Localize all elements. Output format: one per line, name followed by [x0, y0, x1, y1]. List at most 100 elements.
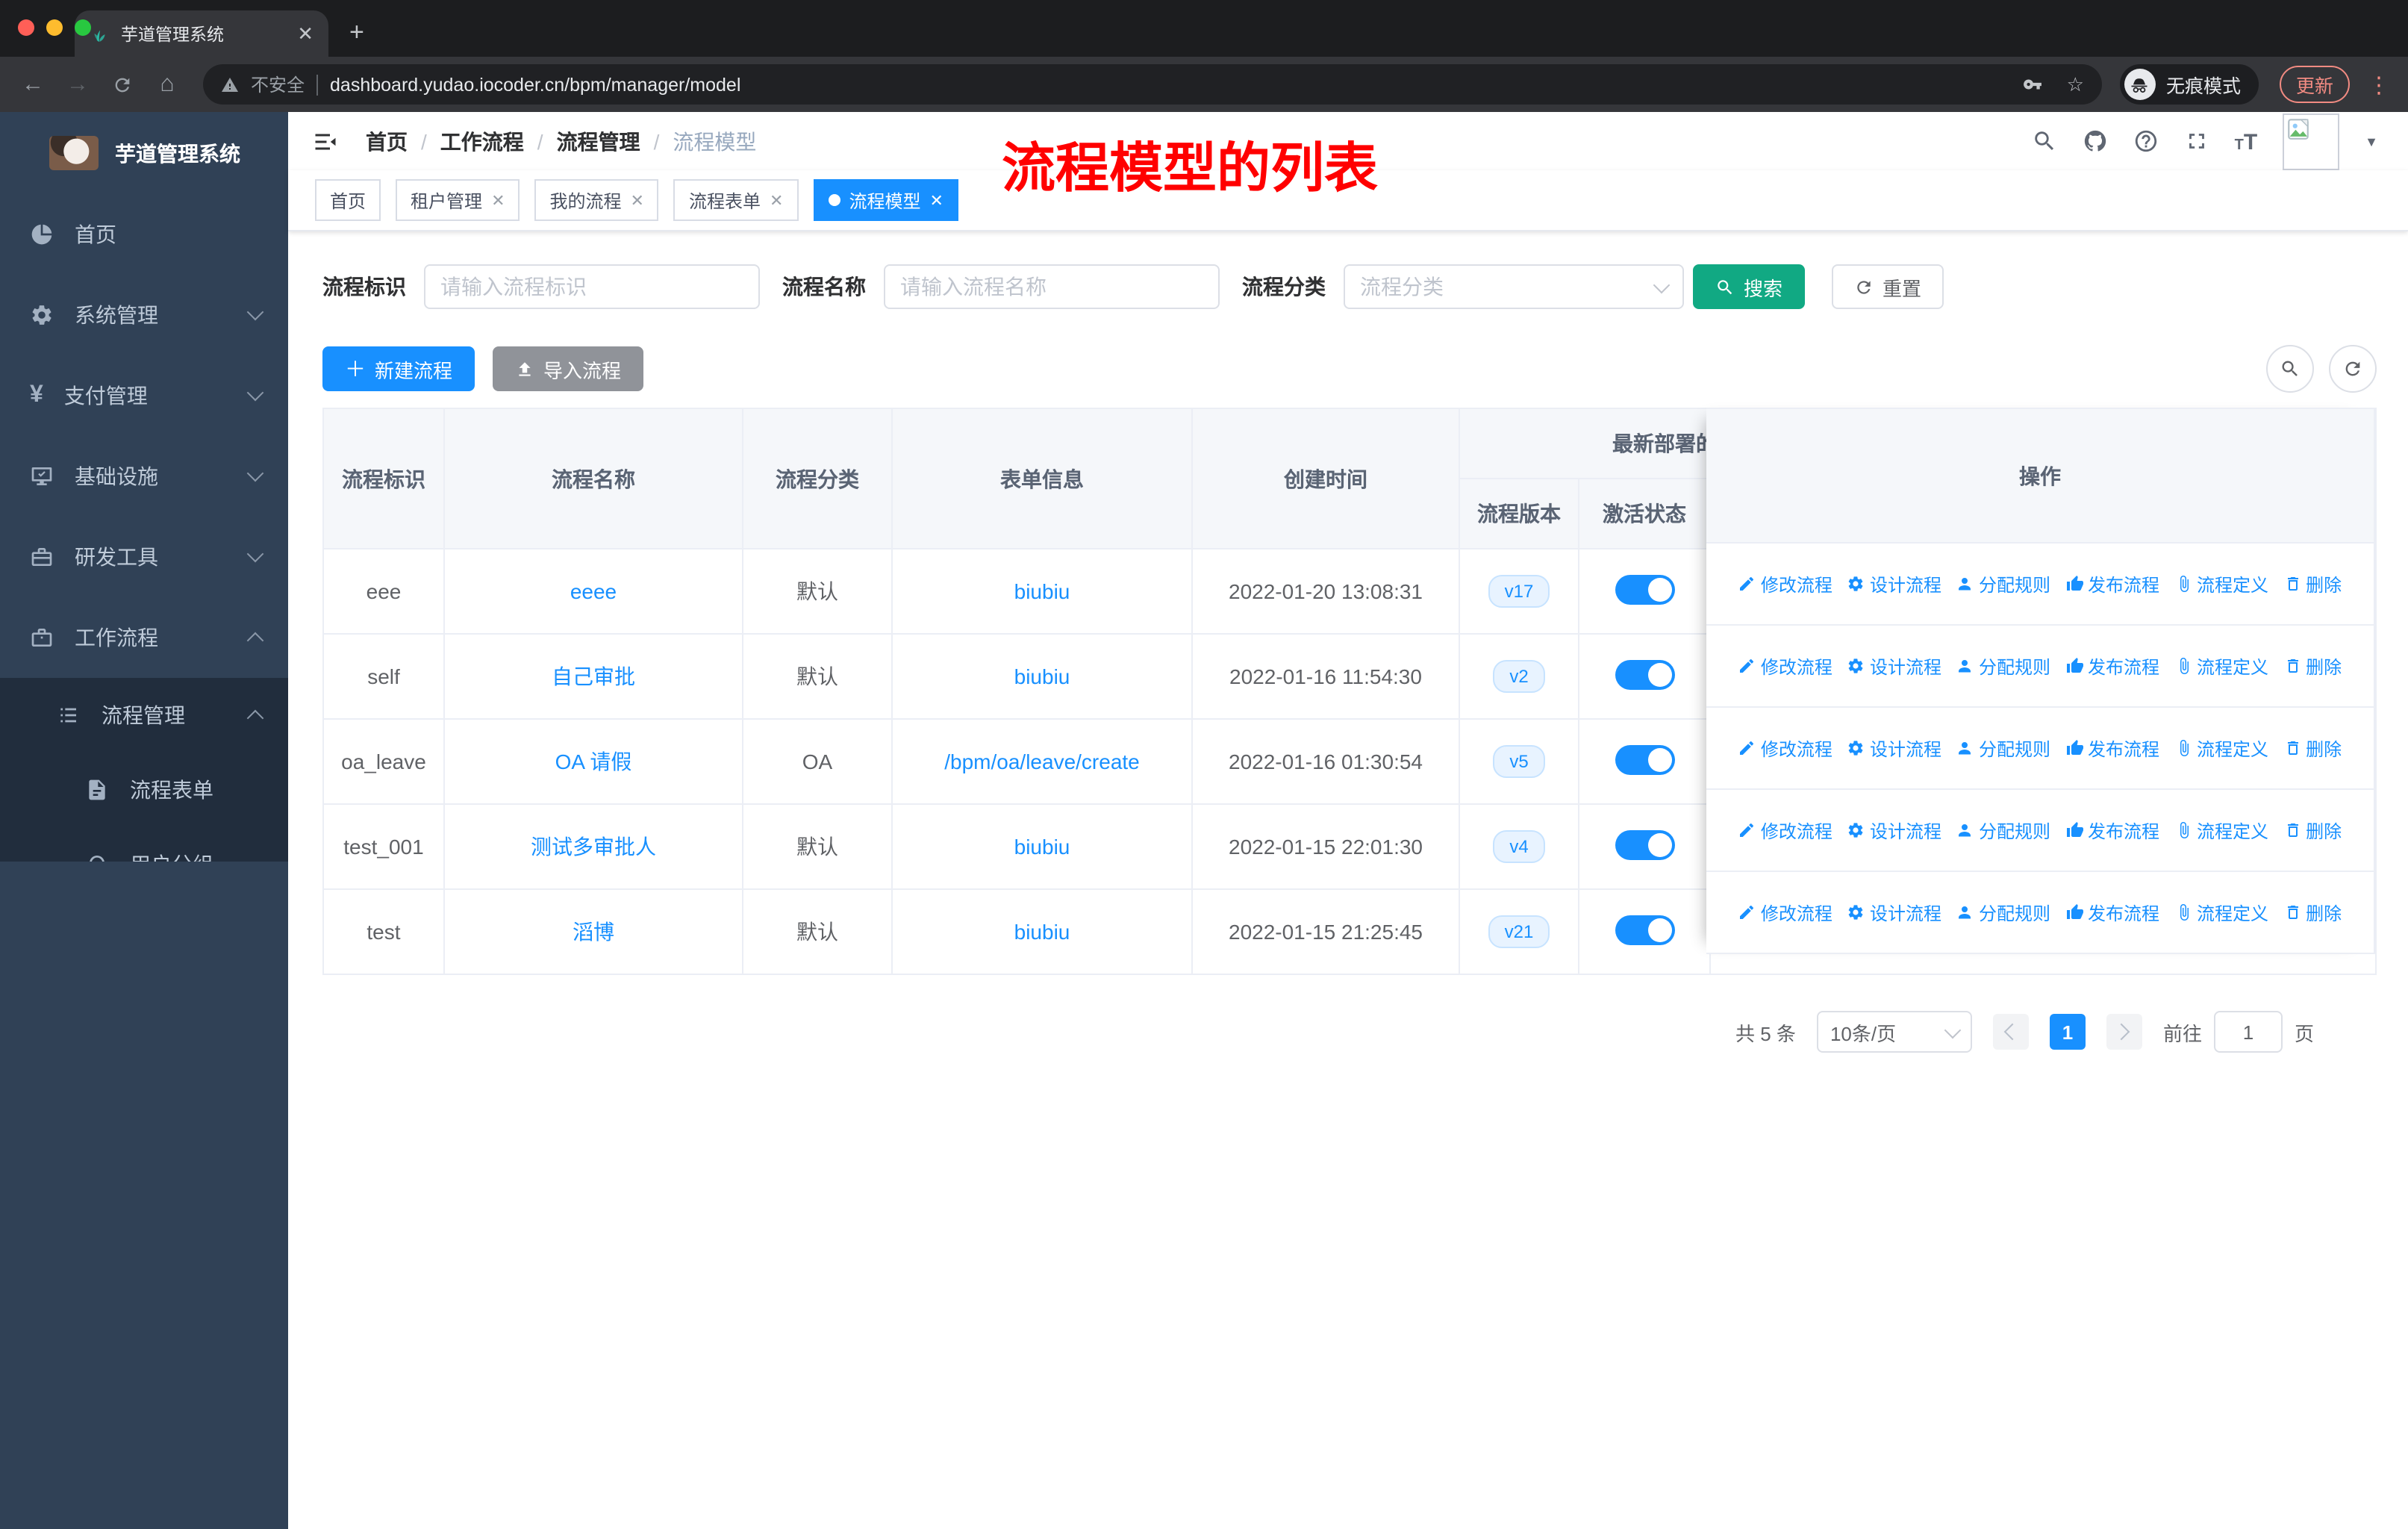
tags-view-tab-4[interactable]: 流程模型 ✕	[813, 179, 958, 221]
sidebar-item-infra[interactable]: 基础设施	[0, 436, 288, 517]
breadcrumb-item[interactable]: 首页	[366, 126, 408, 156]
sidebar-item-workflow[interactable]: 工作流程	[0, 597, 288, 678]
process-name-link[interactable]: 自己审批	[552, 664, 635, 688]
window-maximize-button[interactable]	[75, 19, 91, 36]
sidebar-item-user-group[interactable]: 用户分组	[0, 827, 288, 862]
row-action-link[interactable]: 发布流程	[2065, 735, 2159, 761]
sidebar-item-payment[interactable]: ¥ 支付管理	[0, 355, 288, 436]
tags-view-tab-1[interactable]: 租户管理 ✕	[396, 179, 520, 221]
process-key-input[interactable]	[424, 264, 760, 309]
current-page-button[interactable]: 1	[2049, 1014, 2086, 1050]
hamburger-fold-icon[interactable]	[312, 128, 339, 155]
help-icon[interactable]	[2133, 128, 2159, 154]
update-button[interactable]: 更新	[2279, 66, 2350, 103]
prev-page-button[interactable]	[1992, 1014, 2029, 1050]
browser-tab[interactable]: 芋道管理系统 ✕	[75, 10, 328, 57]
avatar[interactable]	[2283, 113, 2340, 169]
row-action-link[interactable]: 发布流程	[2065, 900, 2159, 925]
status-switch[interactable]	[1615, 829, 1674, 859]
tags-view-tab-0[interactable]: 首页	[315, 179, 381, 221]
row-action-link[interactable]: 发布流程	[2065, 653, 2159, 679]
version-badge[interactable]: v17	[1488, 575, 1550, 608]
process-name-input[interactable]	[884, 264, 1220, 309]
row-action-link[interactable]: 修改流程	[1738, 571, 1832, 597]
back-icon[interactable]: ←	[15, 72, 51, 97]
caret-down-icon[interactable]: ▼	[2365, 134, 2378, 149]
new-tab-button[interactable]: +	[349, 18, 364, 48]
process-name-link[interactable]: 滔博	[573, 920, 614, 944]
form-info-link[interactable]: /bpm/oa/leave/create	[944, 750, 1140, 773]
refresh-table-button[interactable]	[2329, 345, 2377, 393]
row-action-link[interactable]: 删除	[2283, 818, 2342, 843]
window-close-button[interactable]	[18, 19, 34, 36]
window-minimize-button[interactable]	[46, 19, 63, 36]
page-size-select[interactable]: 10条/页	[1816, 1011, 1972, 1053]
status-switch[interactable]	[1615, 915, 1674, 944]
search-button[interactable]: 搜索	[1693, 264, 1806, 309]
process-name-link[interactable]: eeee	[570, 579, 617, 603]
process-name-link[interactable]: OA 请假	[555, 750, 632, 773]
process-name-link[interactable]: 测试多审批人	[531, 835, 656, 859]
row-action-link[interactable]: 分配规则	[1956, 653, 2050, 679]
row-action-link[interactable]: 删除	[2283, 571, 2342, 597]
close-icon[interactable]: ✕	[929, 190, 943, 210]
row-action-link[interactable]: 分配规则	[1956, 900, 2050, 925]
star-icon[interactable]: ☆	[2067, 72, 2084, 96]
row-action-link[interactable]: 删除	[2283, 900, 2342, 925]
import-process-button[interactable]: 导入流程	[493, 346, 644, 391]
create-process-button[interactable]: ＋ 新建流程	[322, 346, 475, 391]
url-bar[interactable]: 不安全 dashboard.yudao.iocoder.cn/bpm/manag…	[203, 64, 2102, 105]
version-badge[interactable]: v2	[1493, 660, 1545, 693]
row-action-link[interactable]: 设计流程	[1847, 818, 1941, 843]
status-switch[interactable]	[1615, 744, 1674, 774]
reload-icon[interactable]	[105, 74, 140, 95]
goto-page-input[interactable]	[2213, 1011, 2283, 1053]
sidebar-item-devtools[interactable]: 研发工具	[0, 517, 288, 597]
row-action-link[interactable]: 设计流程	[1847, 900, 1941, 925]
github-icon[interactable]	[2083, 128, 2108, 154]
row-action-link[interactable]: 修改流程	[1738, 653, 1832, 679]
row-action-link[interactable]: 修改流程	[1738, 735, 1832, 761]
row-action-link[interactable]: 修改流程	[1738, 818, 1832, 843]
font-size-icon[interactable]: TT	[2235, 126, 2258, 156]
row-action-link[interactable]: 流程定义	[2174, 900, 2268, 925]
kebab-menu-icon[interactable]: ⋮	[2368, 71, 2390, 98]
next-page-button[interactable]	[2106, 1014, 2142, 1050]
url-text[interactable]: dashboard.yudao.iocoder.cn/bpm/manager/m…	[330, 74, 2000, 95]
close-icon[interactable]: ✕	[491, 190, 505, 210]
row-action-link[interactable]: 分配规则	[1956, 571, 2050, 597]
form-info-link[interactable]: biubiu	[1014, 920, 1070, 944]
breadcrumb-item[interactable]: 流程管理	[557, 126, 640, 156]
row-action-link[interactable]: 流程定义	[2174, 818, 2268, 843]
tab-close-icon[interactable]: ✕	[297, 22, 314, 46]
home-icon[interactable]: ⌂	[149, 71, 185, 98]
row-action-link[interactable]: 删除	[2283, 735, 2342, 761]
row-action-link[interactable]: 流程定义	[2174, 653, 2268, 679]
status-switch[interactable]	[1615, 574, 1674, 604]
breadcrumb-item[interactable]: 工作流程	[440, 126, 524, 156]
row-action-link[interactable]: 发布流程	[2065, 571, 2159, 597]
tags-view-tab-2[interactable]: 我的流程 ✕	[534, 179, 659, 221]
close-icon[interactable]: ✕	[631, 190, 644, 210]
row-action-link[interactable]: 修改流程	[1738, 900, 1832, 925]
warning-icon[interactable]	[221, 75, 239, 93]
row-action-link[interactable]: 流程定义	[2174, 571, 2268, 597]
row-action-link[interactable]: 删除	[2283, 653, 2342, 679]
reset-button[interactable]: 重置	[1832, 264, 1944, 309]
close-icon[interactable]: ✕	[770, 190, 783, 210]
tags-view-tab-3[interactable]: 流程表单 ✕	[673, 179, 799, 221]
version-badge[interactable]: v5	[1493, 745, 1545, 778]
status-switch[interactable]	[1615, 659, 1674, 689]
category-select[interactable]: 流程分类	[1344, 264, 1684, 309]
row-action-link[interactable]: 流程定义	[2174, 735, 2268, 761]
form-info-link[interactable]: biubiu	[1014, 664, 1070, 688]
sidebar-item-process-mgmt[interactable]: 流程管理	[0, 678, 288, 753]
form-info-link[interactable]: biubiu	[1014, 579, 1070, 603]
version-badge[interactable]: v21	[1488, 915, 1550, 948]
row-action-link[interactable]: 分配规则	[1956, 735, 2050, 761]
sidebar-item-home[interactable]: 首页	[0, 194, 288, 275]
search-icon[interactable]	[2032, 128, 2057, 154]
form-info-link[interactable]: biubiu	[1014, 835, 1070, 859]
version-badge[interactable]: v4	[1493, 830, 1545, 863]
sidebar-item-process-form[interactable]: 流程表单	[0, 753, 288, 827]
